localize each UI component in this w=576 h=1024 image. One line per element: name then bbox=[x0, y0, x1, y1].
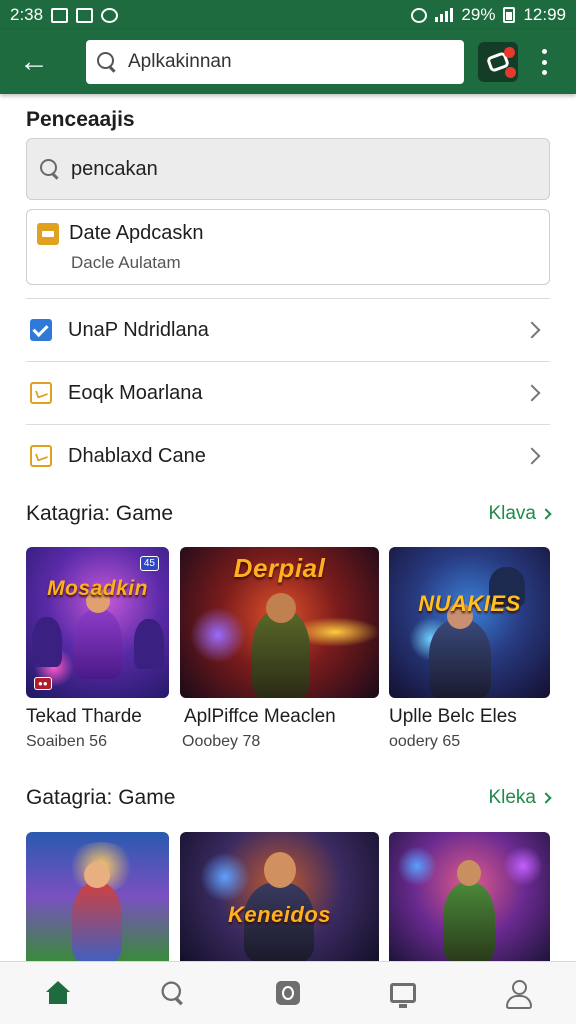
game-tile-6[interactable] bbox=[389, 832, 550, 961]
search-icon bbox=[96, 51, 118, 73]
chevron-right-icon bbox=[540, 792, 552, 804]
chevron-right-icon bbox=[523, 447, 541, 465]
filter-list: UnaP Ndridlana Eoqk Moarlana Dhablaxd Ca… bbox=[26, 298, 550, 487]
game-name[interactable]: Tekad Tharde bbox=[26, 706, 142, 728]
battery-icon bbox=[503, 7, 516, 23]
date-filter-card[interactable]: Date Apdcaskn Dacle Aulatam bbox=[26, 209, 550, 285]
game-tile-4[interactable] bbox=[26, 832, 169, 961]
see-more-label: Kleka bbox=[488, 787, 536, 808]
nav-home[interactable] bbox=[30, 968, 86, 1018]
brand-logo-icon[interactable] bbox=[478, 42, 518, 82]
image-notification-icon bbox=[51, 7, 69, 23]
list-item[interactable]: Dhablaxd Cane bbox=[26, 424, 550, 487]
gallery-notification-icon bbox=[76, 7, 94, 23]
see-more-link[interactable]: Klava bbox=[488, 503, 552, 525]
nav-tv[interactable] bbox=[375, 968, 431, 1018]
game-tile-2[interactable]: Derpial bbox=[180, 547, 379, 698]
game-logo-text: NUAKIES bbox=[418, 591, 521, 616]
library-icon bbox=[275, 981, 300, 1005]
status-time-right: 12:99 bbox=[523, 5, 566, 24]
app-search-bar[interactable]: Aplkakinnan bbox=[86, 40, 464, 84]
rating-badge-icon: ●● bbox=[34, 677, 52, 690]
category-title: Gatagria: Game bbox=[26, 786, 176, 809]
category-header: Katagria: Game Klava bbox=[26, 502, 552, 526]
search-icon bbox=[39, 158, 61, 180]
bottom-navigation bbox=[0, 961, 576, 1024]
filter-search-value: pencakan bbox=[71, 157, 158, 180]
battery-percent: 29% bbox=[461, 5, 496, 24]
nav-library[interactable] bbox=[260, 968, 316, 1018]
game-tile-1[interactable]: Mosadkin 45 ●● bbox=[26, 547, 169, 698]
filter-search-field[interactable]: pencakan bbox=[26, 138, 550, 200]
nav-search[interactable] bbox=[145, 968, 201, 1018]
status-time-left: 2:38 bbox=[10, 5, 44, 24]
back-arrow-icon[interactable]: ← bbox=[14, 42, 54, 82]
game-tile-3[interactable]: NUAKIES bbox=[389, 547, 550, 698]
game-logo-text: Mosadkin bbox=[47, 577, 148, 600]
game-name[interactable]: Uplle Belc Eles bbox=[389, 706, 517, 728]
category-header: Gatagria: Game Kleka bbox=[26, 786, 552, 810]
list-item-label: Dhablaxd Cane bbox=[68, 444, 206, 467]
game-meta: Soaiben 56 bbox=[26, 733, 107, 750]
signal-icon bbox=[435, 8, 454, 22]
app-search-text: Aplkakinnan bbox=[128, 51, 232, 72]
check-icon[interactable] bbox=[30, 319, 52, 341]
profile-icon bbox=[505, 980, 533, 1009]
home-icon bbox=[45, 981, 71, 1005]
list-item[interactable]: Eoqk Moarlana bbox=[26, 361, 550, 424]
calendar-icon bbox=[37, 222, 59, 245]
search-icon bbox=[160, 980, 185, 1005]
category-title: Katagria: Game bbox=[26, 502, 174, 525]
game-logo-text: Keneidos bbox=[227, 902, 332, 927]
game-logo-text: Derpial bbox=[233, 553, 326, 583]
game-meta: Ooobey 78 bbox=[182, 733, 261, 750]
chevron-right-icon bbox=[523, 384, 541, 402]
more-options-icon[interactable] bbox=[540, 49, 548, 75]
sync-icon bbox=[411, 7, 428, 23]
list-item-label: Eoqk Moarlana bbox=[68, 381, 203, 404]
chevron-right-icon bbox=[540, 508, 552, 520]
date-card-subtitle: Dacle Aulatam bbox=[71, 253, 181, 272]
status-bar: 2:38 29% 12:99 bbox=[0, 0, 576, 30]
game-tile-5[interactable]: Keneidos bbox=[180, 832, 379, 961]
category-icon bbox=[30, 445, 52, 467]
see-more-link[interactable]: Kleka bbox=[488, 787, 552, 809]
game-meta: oodery 65 bbox=[389, 733, 461, 750]
date-card-title: Date Apdcaskn bbox=[69, 222, 204, 244]
tv-icon bbox=[390, 983, 417, 1008]
section-title: Penceaajis bbox=[26, 108, 135, 131]
game-name[interactable]: AplPiffce Meaclen bbox=[184, 706, 336, 728]
category-icon bbox=[30, 382, 52, 404]
nav-profile[interactable] bbox=[490, 968, 546, 1018]
list-item-label: UnaP Ndridlana bbox=[68, 318, 209, 341]
app-bar: ← Aplkakinnan bbox=[0, 30, 576, 94]
list-item[interactable]: UnaP Ndridlana bbox=[26, 298, 550, 361]
chevron-right-icon bbox=[523, 321, 541, 339]
see-more-label: Klava bbox=[488, 503, 536, 524]
app-notification-icon bbox=[101, 7, 119, 23]
game-badge: 45 bbox=[139, 556, 159, 571]
